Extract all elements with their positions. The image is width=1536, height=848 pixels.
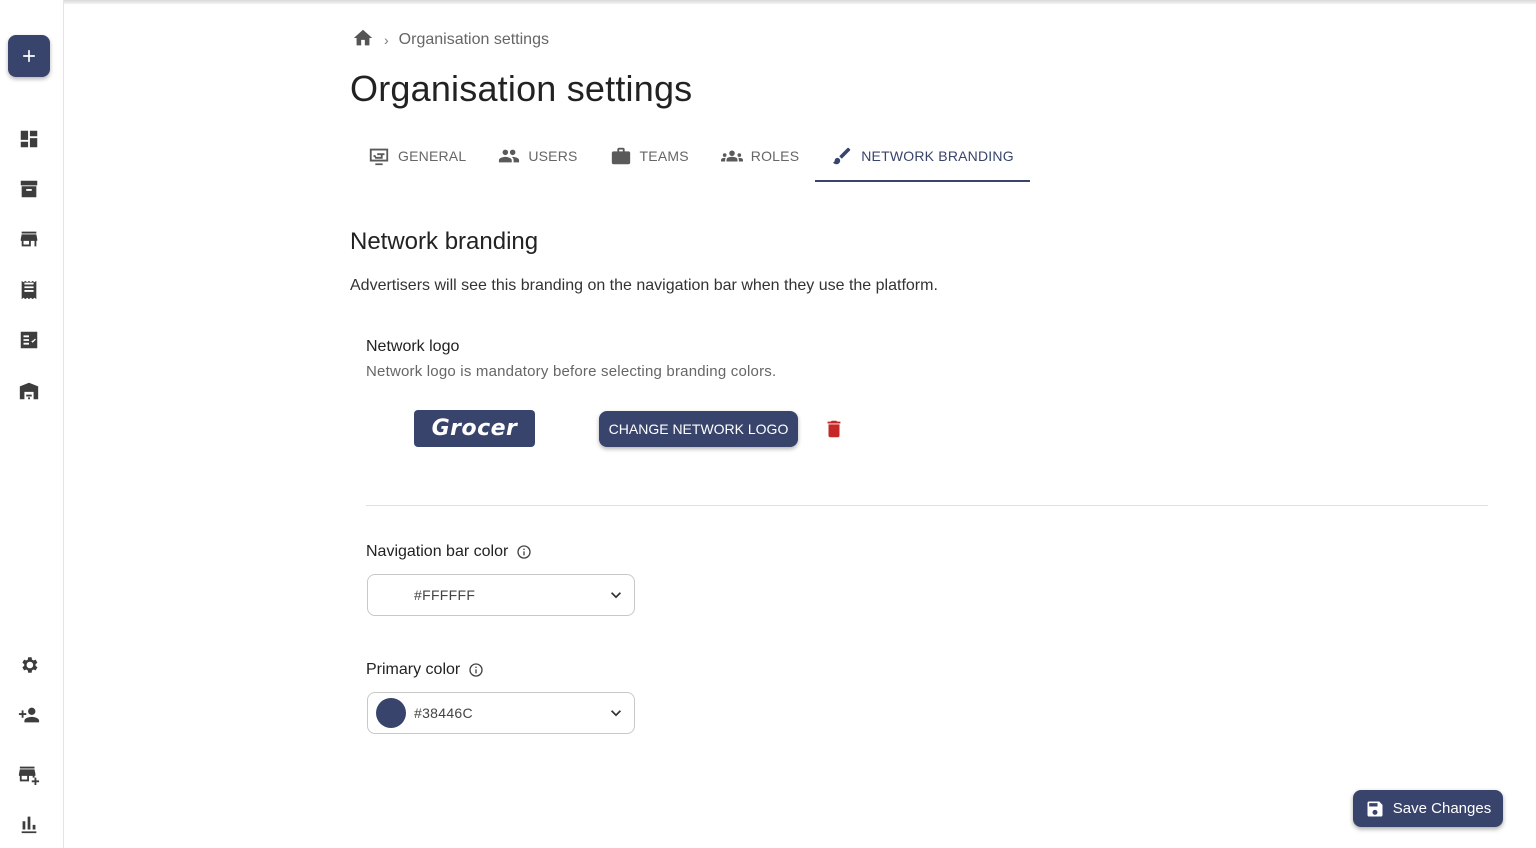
receipt-icon[interactable]	[17, 278, 41, 302]
network-logo-help: Network logo is mandatory before selecti…	[366, 363, 777, 380]
create-button[interactable]	[8, 35, 50, 77]
settings-tabs: GENERAL USERS TEAMS ROLES NETWORK BRANDI…	[352, 132, 1030, 182]
plus-icon	[23, 50, 35, 62]
trash-icon	[827, 420, 841, 438]
primary-color-value: #38446C	[414, 705, 473, 721]
warehouse-icon[interactable]	[17, 379, 41, 403]
tab-roles[interactable]: ROLES	[705, 132, 815, 180]
delete-logo-button[interactable]	[822, 416, 846, 442]
section-title: Network branding	[350, 228, 539, 255]
settings-icon[interactable]	[17, 653, 41, 677]
store-icon[interactable]	[17, 227, 41, 251]
change-network-logo-button[interactable]: CHANGE NETWORK LOGO	[599, 411, 798, 447]
settings-card-icon	[369, 148, 389, 166]
nav-color-value: #FFFFFF	[414, 587, 476, 603]
checklist-icon[interactable]	[17, 328, 41, 352]
primary-color-label: Primary color	[366, 661, 484, 679]
divider	[366, 505, 1488, 506]
primary-color-swatch	[376, 698, 406, 728]
tab-general-label: GENERAL	[398, 148, 467, 164]
nav-color-swatch	[376, 580, 406, 610]
save-changes-label: Save Changes	[1392, 800, 1492, 817]
page-title: Organisation settings	[350, 68, 693, 109]
briefcase-icon	[611, 147, 630, 165]
add-user-icon[interactable]	[17, 703, 41, 727]
nav-color-label: Navigation bar color	[366, 543, 532, 561]
primary-color-select[interactable]: #38446C	[367, 692, 635, 734]
tab-users[interactable]: USERS	[482, 132, 593, 180]
tab-teams[interactable]: TEAMS	[594, 132, 705, 180]
save-icon	[1367, 801, 1383, 816]
sidebar	[0, 0, 64, 848]
brush-icon	[833, 147, 851, 165]
home-icon[interactable]	[352, 27, 374, 54]
bar-chart-icon[interactable]	[17, 812, 41, 836]
network-logo-label: Network logo	[366, 338, 460, 355]
breadcrumb-separator: ›	[384, 32, 389, 48]
section-description: Advertisers will see this branding on th…	[350, 277, 938, 294]
breadcrumb-current: Organisation settings	[398, 31, 549, 48]
dashboard-icon[interactable]	[17, 127, 41, 151]
tab-users-label: USERS	[528, 148, 578, 164]
chevron-down-icon	[606, 703, 626, 723]
top-border	[0, 0, 1536, 4]
tab-teams-label: TEAMS	[639, 148, 689, 164]
people-icon	[499, 149, 520, 163]
tab-roles-label: ROLES	[750, 148, 800, 164]
breadcrumb: › Organisation settings	[352, 28, 549, 52]
chevron-down-icon	[606, 585, 626, 605]
primary-color-label-text: Primary color	[366, 661, 461, 678]
nav-color-label-text: Navigation bar color	[366, 543, 509, 560]
nav-color-select[interactable]: #FFFFFF	[367, 574, 635, 616]
tab-general[interactable]: GENERAL	[352, 132, 482, 180]
groups-icon	[720, 150, 743, 162]
info-icon[interactable]	[516, 544, 532, 560]
tab-network-branding-label: NETWORK BRANDING	[861, 148, 1014, 164]
tab-network-branding[interactable]: NETWORK BRANDING	[815, 132, 1030, 182]
archive-icon[interactable]	[17, 177, 41, 201]
network-logo-image: Grocer	[414, 410, 535, 447]
save-changes-button[interactable]: Save Changes	[1353, 790, 1503, 827]
info-icon[interactable]	[468, 662, 484, 678]
add-store-icon[interactable]	[17, 762, 41, 786]
